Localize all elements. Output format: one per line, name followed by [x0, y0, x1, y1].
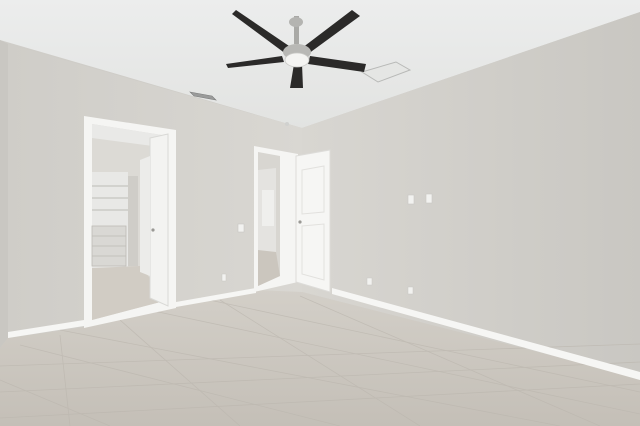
hallway-doorway — [254, 146, 298, 292]
light-switch-right-1 — [407, 194, 415, 205]
outlet-right-1 — [366, 277, 373, 286]
fan-light — [284, 52, 310, 68]
left-side-wall — [0, 40, 8, 348]
light-switch-right-2 — [425, 193, 433, 204]
light-switch-left — [237, 223, 245, 233]
bedroom-scene — [0, 0, 640, 426]
closet-door — [149, 133, 169, 307]
closet-door-knob — [151, 228, 155, 232]
fan-canopy — [289, 17, 303, 27]
outlet-right-2 — [407, 286, 414, 295]
closet-doorway — [84, 116, 176, 328]
outlet-back — [221, 273, 227, 282]
bedroom-door-knob — [298, 220, 302, 224]
smoke-detector — [285, 122, 289, 126]
